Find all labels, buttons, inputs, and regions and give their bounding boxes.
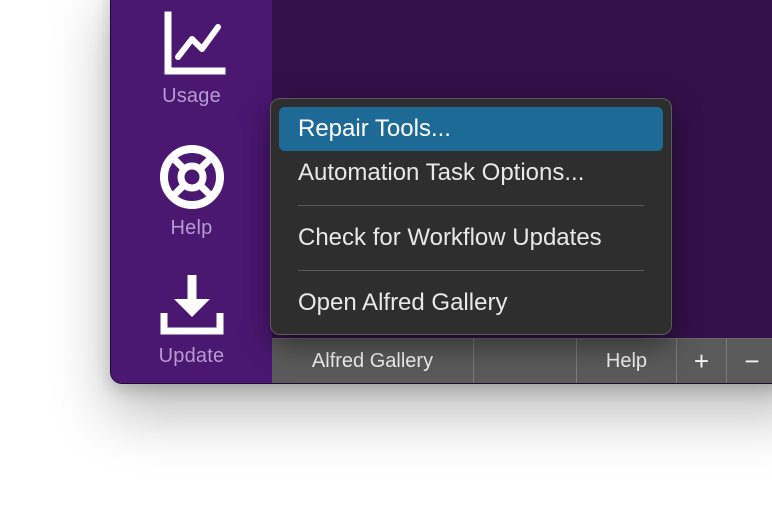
chart-line-icon: [164, 11, 225, 75]
menu-item-check-workflow-updates[interactable]: Check for Workflow Updates: [279, 216, 663, 260]
sidebar: Usage Help Update: [111, 0, 272, 383]
screen: Usage Help Update Alfred Gallery Help + …: [0, 0, 772, 530]
sidebar-item-label: Update: [158, 345, 225, 367]
sidebar-item-label: Usage: [162, 85, 221, 107]
add-button[interactable]: +: [677, 339, 727, 383]
remove-button[interactable]: −: [727, 339, 772, 383]
menu-item-open-alfred-gallery[interactable]: Open Alfred Gallery: [279, 281, 663, 325]
download-icon: [160, 275, 223, 335]
lifebuoy-icon: [159, 145, 224, 209]
menu-item-automation-task-options[interactable]: Automation Task Options...: [279, 151, 663, 195]
alfred-gallery-button[interactable]: Alfred Gallery: [272, 339, 474, 383]
help-button[interactable]: Help: [577, 339, 677, 383]
menu-separator: [298, 205, 644, 206]
sidebar-item-usage[interactable]: Usage: [111, 9, 272, 108]
menu-item-repair-tools[interactable]: Repair Tools...: [279, 107, 663, 151]
bottom-toolbar: Alfred Gallery Help + −: [272, 338, 772, 383]
sidebar-item-help[interactable]: Help: [111, 141, 272, 240]
sidebar-item-label: Help: [170, 217, 213, 239]
toolbar-spacer: [474, 339, 577, 383]
menu-separator: [298, 270, 644, 271]
context-menu: Repair Tools... Automation Task Options.…: [270, 98, 672, 335]
sidebar-item-update[interactable]: Update: [111, 269, 272, 368]
